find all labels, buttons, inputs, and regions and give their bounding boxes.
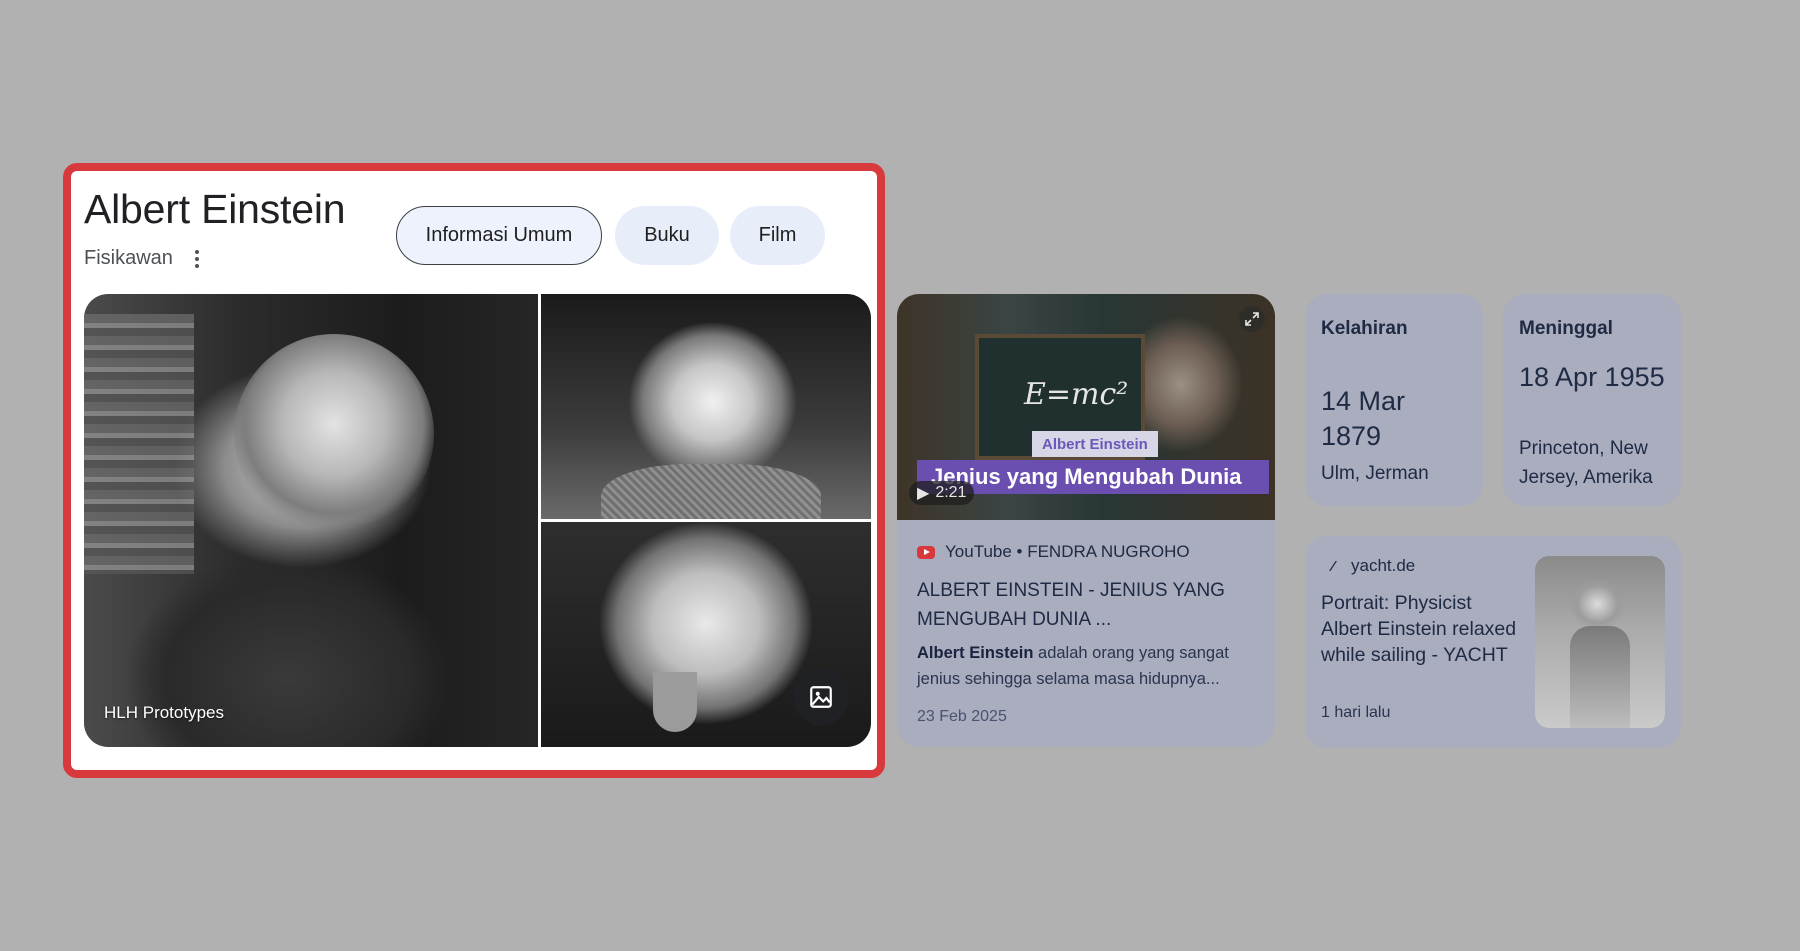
yacht-logo-icon: ⁄ [1331, 557, 1335, 575]
thumb-label: Albert Einstein [1032, 431, 1158, 457]
tab-informasi-umum[interactable]: Informasi Umum [396, 206, 602, 265]
einstein-photo-portrait[interactable] [541, 294, 871, 519]
youtube-icon [917, 545, 935, 559]
fact-date-death: 18 Apr 1955 [1519, 362, 1665, 392]
tab-film[interactable]: Film [730, 206, 825, 265]
entity-title: Albert Einstein [84, 186, 346, 232]
entity-subtitle: Fisikawan [84, 247, 173, 269]
article-thumbnail[interactable] [1535, 556, 1665, 728]
video-thumbnail[interactable]: E=mc² Albert Einstein Jenius yang Mengub… [897, 294, 1275, 520]
article-result-card[interactable]: ⁄ yacht.de Portrait: Physicist Albert Ei… [1305, 536, 1681, 748]
image-gallery: HLH Prototypes [84, 294, 871, 747]
article-date: 1 hari lalu [1321, 704, 1391, 721]
fact-place-birth: Ulm, Jerman [1321, 463, 1429, 484]
play-icon: ▶ [917, 485, 930, 502]
einstein-photo-main[interactable]: HLH Prototypes [84, 294, 538, 747]
video-date: 23 Feb 2025 [917, 708, 1007, 725]
image-credit: HLH Prototypes [104, 703, 224, 722]
snippet-bold: Albert Einstein [917, 644, 1034, 662]
more-options-icon[interactable] [191, 248, 203, 270]
more-images-icon[interactable] [793, 669, 849, 725]
video-title[interactable]: ALBERT EINSTEIN - JENIUS YANG MENGUBAH D… [917, 576, 1257, 634]
fact-date-birth: 14 Mar 1879 [1321, 386, 1406, 451]
video-result-card[interactable]: E=mc² Albert Einstein Jenius yang Mengub… [897, 294, 1275, 747]
entity-subtitle-row: Fisikawan [84, 247, 203, 270]
fact-card-death[interactable]: Meninggal 18 Apr 1955 Princeton, New Jer… [1503, 294, 1681, 506]
knowledge-panel-highlighted: Albert Einstein Fisikawan Informasi Umum… [63, 163, 885, 778]
video-duration-badge: ▶ 2:21 [909, 481, 975, 505]
expand-icon[interactable] [1239, 306, 1265, 332]
fact-card-birth[interactable]: Kelahiran 14 Mar 1879 Ulm, Jerman [1305, 294, 1483, 506]
video-snippet: Albert Einstein adalah orang yang sangat… [917, 640, 1262, 692]
fact-label-death: Meninggal [1519, 318, 1613, 339]
article-title[interactable]: Portrait: Physicist Albert Einstein rela… [1321, 590, 1521, 668]
video-source-row: YouTube • FENDRA NUGROHO [917, 542, 1190, 562]
video-source: YouTube • FENDRA NUGROHO [945, 542, 1190, 561]
article-source-row: ⁄ yacht.de [1325, 556, 1416, 576]
video-duration: 2:21 [935, 484, 967, 501]
tab-buku[interactable]: Buku [615, 206, 719, 265]
article-source: yacht.de [1351, 556, 1416, 575]
fact-label-birth: Kelahiran [1321, 318, 1408, 339]
thumb-formula: E=mc² [1024, 377, 1129, 412]
fact-place-death: Princeton, New Jersey, Amerika [1519, 438, 1653, 488]
